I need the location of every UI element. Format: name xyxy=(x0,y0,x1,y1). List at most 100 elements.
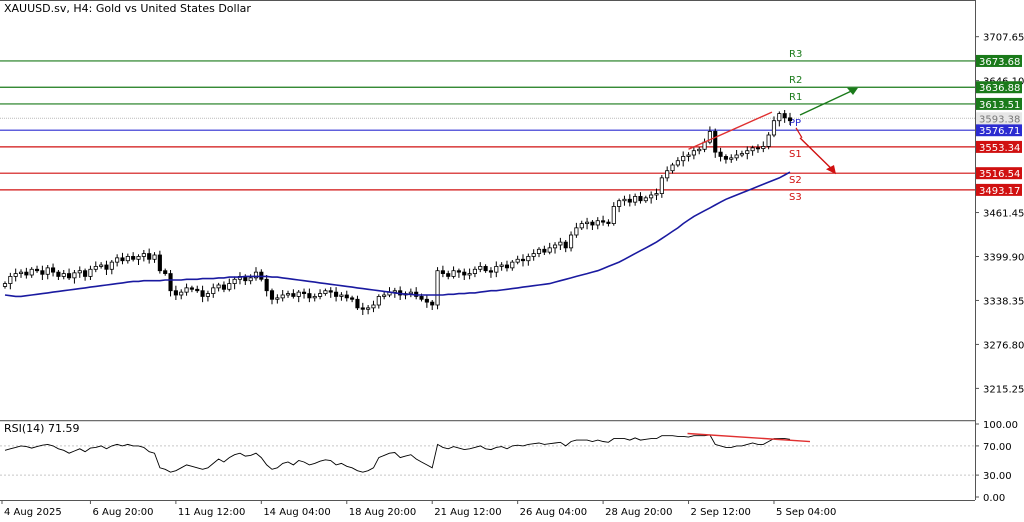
candle-body xyxy=(734,154,739,159)
candle-body xyxy=(633,196,638,203)
level-price-label: 3636.88 xyxy=(979,83,1020,94)
candle-body xyxy=(83,270,88,277)
candle-body xyxy=(195,288,200,292)
time-tick-label: 6 Aug 20:00 xyxy=(92,507,153,518)
candle-body xyxy=(601,220,606,223)
candle-body xyxy=(344,294,349,299)
candle-body xyxy=(579,223,584,229)
candle-body xyxy=(536,248,542,254)
candle-body xyxy=(285,293,291,296)
current-price-label: 3593.38 xyxy=(979,114,1020,125)
candle-body xyxy=(590,221,595,226)
candle-body xyxy=(713,131,718,153)
candle-body xyxy=(408,291,413,294)
candle-body xyxy=(18,271,24,274)
candle-body xyxy=(296,291,301,297)
level-price-label: 3553.34 xyxy=(979,143,1020,154)
candle-body xyxy=(681,156,686,162)
candle-body xyxy=(8,276,13,284)
candle-body xyxy=(611,206,616,224)
price-tick-label: 3215.25 xyxy=(983,384,1024,395)
level-price-label: 3576.71 xyxy=(979,126,1020,137)
candle-body xyxy=(483,266,488,272)
candle-body xyxy=(350,297,355,300)
candle-body xyxy=(718,151,723,157)
candle-body xyxy=(419,296,424,300)
candle-body xyxy=(627,198,632,203)
candle-body xyxy=(200,290,205,297)
candle-body xyxy=(547,247,552,253)
rsi-tick-label: 70.00 xyxy=(983,442,1012,453)
candle-body xyxy=(675,160,680,166)
time-tick-label: 21 Aug 12:00 xyxy=(434,507,501,518)
candle-body xyxy=(622,198,627,202)
candle-body xyxy=(446,273,451,277)
level-name-r1: R1 xyxy=(789,92,802,103)
candle-body xyxy=(376,296,381,306)
candle-body xyxy=(430,301,435,306)
price-tick-label: 3276.80 xyxy=(983,340,1024,351)
candle-body xyxy=(568,234,574,249)
candle-body xyxy=(467,273,472,276)
candle-body xyxy=(558,241,563,246)
candle-body xyxy=(355,298,360,309)
candle-body xyxy=(670,164,675,172)
candle-body xyxy=(595,220,600,226)
candle-body xyxy=(659,177,664,194)
time-tick-label: 18 Aug 20:00 xyxy=(349,507,416,518)
candle-body xyxy=(787,117,793,122)
candle-body xyxy=(163,270,168,274)
candle-body xyxy=(552,244,558,249)
candle-body xyxy=(440,270,445,274)
candle-body xyxy=(157,254,162,272)
candle-body xyxy=(136,256,141,260)
candle-body xyxy=(686,154,691,157)
candle-body xyxy=(382,294,387,297)
level-name-r2: R2 xyxy=(789,75,802,86)
candle-body xyxy=(360,307,365,310)
candle-body xyxy=(462,271,467,276)
candle-body xyxy=(542,248,547,253)
candle-body xyxy=(312,296,317,299)
candle-body xyxy=(104,264,109,270)
candle-body xyxy=(2,283,8,287)
level-price-label: 3516.54 xyxy=(979,169,1020,180)
candle-body xyxy=(275,297,280,300)
time-tick-label: 5 Sep 04:00 xyxy=(776,507,836,518)
candle-body xyxy=(504,264,510,269)
candle-body xyxy=(93,266,98,270)
candle-body xyxy=(766,134,771,147)
candle-body xyxy=(24,271,29,276)
rsi-tick-label: 0.00 xyxy=(983,493,1005,504)
level-name-r3: R3 xyxy=(789,49,802,60)
candle-body xyxy=(729,157,734,160)
candle-body xyxy=(782,113,787,119)
candle-body xyxy=(141,253,146,257)
candle-body xyxy=(147,253,152,260)
candle-body xyxy=(131,256,136,260)
candle-body xyxy=(366,307,371,310)
candle-body xyxy=(723,156,728,160)
candle-body xyxy=(99,264,104,267)
candle-body xyxy=(51,267,56,273)
candle-body xyxy=(494,266,499,273)
rsi-tick-label: 100.00 xyxy=(983,420,1018,431)
level-name-s3: S3 xyxy=(789,192,802,203)
candle-body xyxy=(777,113,782,122)
candle-body xyxy=(318,293,323,297)
candle-body xyxy=(221,284,227,290)
candle-body xyxy=(40,270,45,275)
candle-body xyxy=(697,148,702,152)
level-name-s2: S2 xyxy=(789,175,802,186)
candle-body xyxy=(499,264,504,267)
level-price-label: 3673.68 xyxy=(979,57,1020,68)
candle-body xyxy=(755,147,761,150)
candle-body xyxy=(189,287,194,290)
price-tick-label: 3707.65 xyxy=(983,33,1024,44)
candle-body xyxy=(771,120,777,136)
candle-body xyxy=(307,293,312,299)
candle-body xyxy=(638,196,643,202)
candle-body xyxy=(301,291,307,294)
rsi-tick-label: 30.00 xyxy=(983,471,1012,482)
candle-body xyxy=(643,197,648,202)
